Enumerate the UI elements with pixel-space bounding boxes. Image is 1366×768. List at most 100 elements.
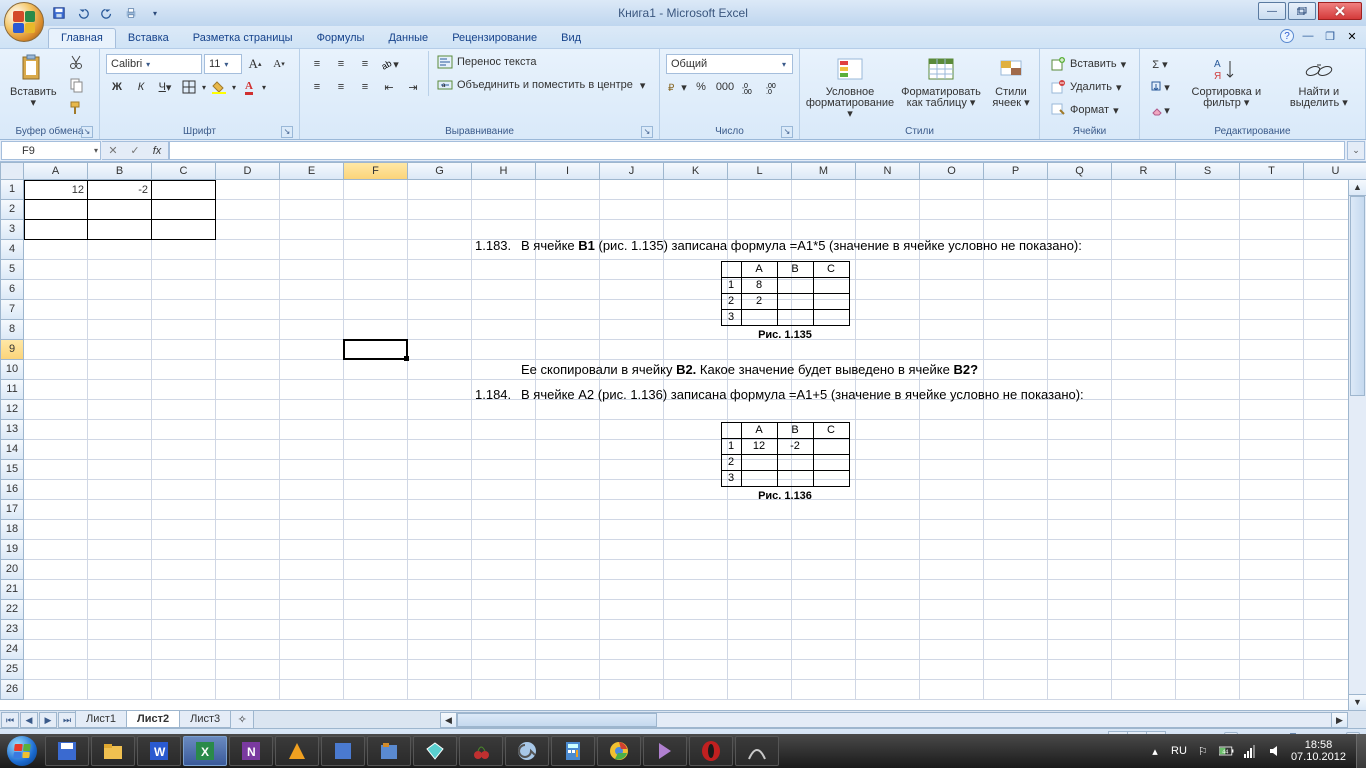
cell[interactable] [1112,240,1176,260]
align-middle-icon[interactable]: ≡ [330,53,352,75]
tab-home[interactable]: Главная [48,28,116,48]
cell[interactable] [472,680,536,700]
cell[interactable] [792,220,856,240]
cell[interactable] [88,660,152,680]
cell[interactable] [728,200,792,220]
dialog-launcher-icon[interactable]: ↘ [81,126,93,138]
cut-icon[interactable] [65,51,87,73]
cell[interactable]: -2 [88,180,152,200]
cell[interactable] [472,520,536,540]
cell[interactable] [408,480,472,500]
cell[interactable] [152,580,216,600]
cell[interactable] [88,440,152,460]
column-header[interactable]: P [984,162,1048,180]
paste-button[interactable]: Вставить▾ [4,51,63,111]
cell[interactable] [1112,420,1176,440]
cell[interactable] [216,440,280,460]
cell[interactable] [792,520,856,540]
row-header[interactable]: 22 [0,600,24,620]
sheet-nav-prev-icon[interactable]: ◀ [20,712,38,728]
cell[interactable] [536,640,600,660]
fx-accept-icon[interactable]: ✓ [124,144,146,157]
cell[interactable] [1240,240,1304,260]
cell[interactable] [216,500,280,520]
cell[interactable] [1240,260,1304,280]
cell[interactable] [24,340,88,360]
tray-volume-icon[interactable] [1267,743,1283,759]
cell[interactable] [152,460,216,480]
autosum-icon[interactable]: Σ ▾ [1146,53,1174,75]
taskbar-app2-icon[interactable] [367,736,411,766]
cell[interactable] [216,360,280,380]
cell[interactable] [408,240,472,260]
cell[interactable] [792,620,856,640]
doc-minimize-icon[interactable]: — [1300,28,1316,44]
cell[interactable] [536,680,600,700]
cell[interactable] [152,660,216,680]
cell[interactable] [728,660,792,680]
cell[interactable] [600,540,664,560]
cell[interactable] [24,500,88,520]
row-header[interactable]: 20 [0,560,24,580]
tab-pagelayout[interactable]: Разметка страницы [181,29,305,48]
font-name-combo[interactable]: Calibri▾ [106,54,202,74]
cell[interactable] [216,280,280,300]
cell[interactable] [408,560,472,580]
cell[interactable] [984,220,1048,240]
cell[interactable] [856,560,920,580]
cell[interactable] [472,540,536,560]
cell[interactable] [280,540,344,560]
cell[interactable] [216,420,280,440]
cell[interactable] [1112,220,1176,240]
cell[interactable] [1112,180,1176,200]
fill-icon[interactable]: ▾ [1146,76,1174,98]
cell[interactable] [24,580,88,600]
cell[interactable] [152,540,216,560]
cell[interactable] [600,640,664,660]
cell[interactable] [152,440,216,460]
cell[interactable] [408,580,472,600]
cell[interactable] [536,600,600,620]
cell[interactable] [152,680,216,700]
cell[interactable] [152,620,216,640]
cell[interactable] [1176,340,1240,360]
cell[interactable] [856,200,920,220]
cell[interactable] [664,220,728,240]
cell[interactable] [216,520,280,540]
cell[interactable] [344,460,408,480]
minimize-button[interactable]: — [1258,2,1286,20]
row-header[interactable]: 7 [0,300,24,320]
clear-icon[interactable]: ▾ [1146,99,1174,121]
column-header[interactable]: Q [1048,162,1112,180]
cell[interactable] [536,580,600,600]
cell[interactable] [24,420,88,440]
cell[interactable] [280,260,344,280]
conditional-formatting-button[interactable]: Условное форматирование ▾ [804,51,896,122]
cell[interactable] [408,500,472,520]
cell[interactable] [24,320,88,340]
taskbar-aimp-icon[interactable] [275,736,319,766]
cell[interactable] [728,560,792,580]
cell[interactable] [1176,600,1240,620]
cell[interactable] [728,540,792,560]
cell[interactable] [152,380,216,400]
italic-icon[interactable]: К [130,76,152,98]
vertical-scrollbar[interactable]: ▲▼ [1348,180,1366,710]
cell[interactable] [24,300,88,320]
cell[interactable] [344,680,408,700]
increase-decimal-icon[interactable]: ,0,00 [738,76,760,98]
row-header[interactable]: 1 [0,180,24,200]
cell[interactable] [1176,220,1240,240]
cell[interactable] [1048,620,1112,640]
taskbar-chrome-icon[interactable] [597,736,641,766]
help-icon[interactable]: ? [1280,29,1294,43]
cell[interactable] [984,580,1048,600]
cell[interactable] [1240,300,1304,320]
cell[interactable] [1176,400,1240,420]
cell[interactable] [1112,400,1176,420]
comma-icon[interactable]: 000 [714,76,736,98]
cell[interactable] [408,180,472,200]
taskbar-explorer-icon[interactable] [91,736,135,766]
align-center-icon[interactable]: ≡ [330,76,352,98]
cell[interactable] [408,460,472,480]
